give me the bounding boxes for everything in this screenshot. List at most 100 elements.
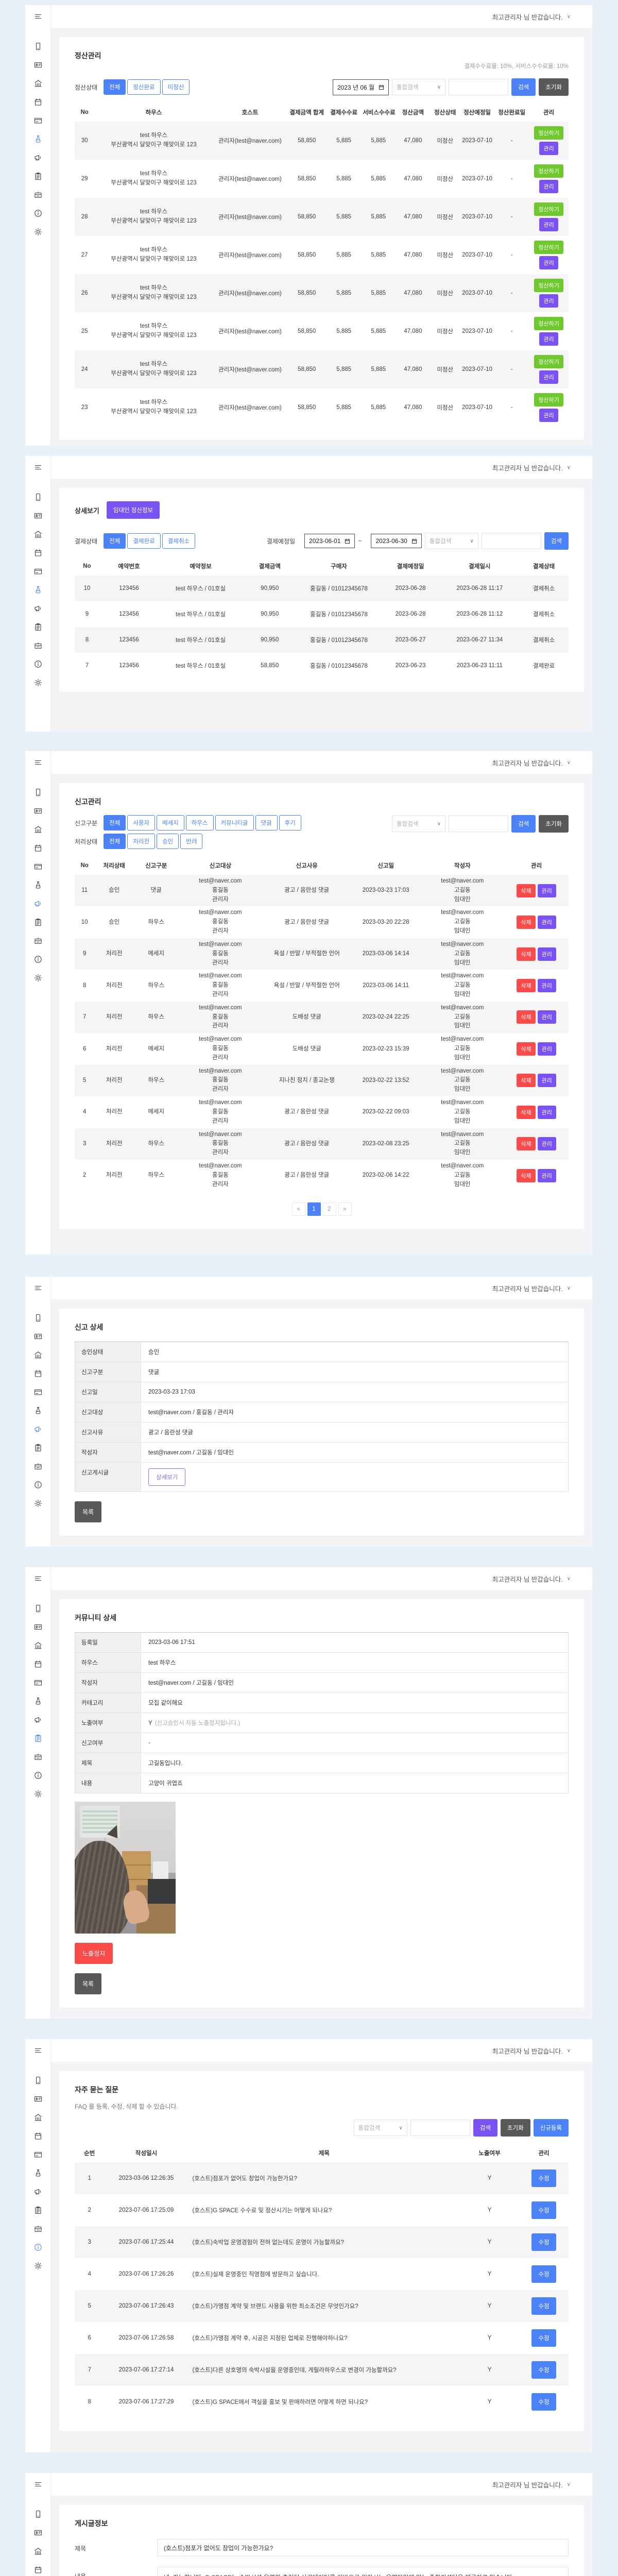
filter-chip[interactable]: 결제완료 (127, 533, 160, 549)
delete-button[interactable]: 삭제 (517, 1074, 535, 1087)
sidebar-item-reservation[interactable] (25, 1364, 50, 1383)
sidebar-item-review[interactable] (25, 1748, 50, 1766)
sidebar-item-community[interactable] (25, 1729, 50, 1748)
menu-toggle-button[interactable] (25, 456, 50, 479)
delete-button[interactable]: 삭제 (517, 979, 535, 992)
manage-button[interactable]: 관리 (538, 916, 556, 929)
edit-button[interactable]: 수정 (531, 2297, 556, 2315)
sidebar-item-reservation[interactable] (25, 93, 50, 111)
sidebar-item-reservation[interactable] (25, 2561, 50, 2576)
sidebar-item-house[interactable] (25, 1346, 50, 1364)
delete-button[interactable]: 삭제 (517, 1106, 535, 1119)
edit-button[interactable]: 수정 (531, 2170, 556, 2187)
manage-button[interactable]: 관리 (538, 947, 556, 961)
detail-view-button[interactable]: 상세보기 (148, 1468, 185, 1486)
sidebar-item-house[interactable] (25, 525, 50, 544)
chevron-down-icon[interactable]: ∨ (567, 2482, 571, 2487)
sidebar-item-payment[interactable] (25, 2145, 50, 2164)
sidebar-item-house[interactable] (25, 820, 50, 839)
sidebar-item-house[interactable] (25, 74, 50, 93)
search-button[interactable]: 검색 (511, 78, 536, 96)
delete-button[interactable]: 삭제 (517, 1137, 535, 1150)
list-button[interactable]: 목록 (75, 1501, 101, 1522)
edit-button[interactable]: 수정 (531, 2233, 556, 2251)
chevron-down-icon[interactable]: ∨ (567, 14, 571, 20)
manage-button[interactable]: 관리 (539, 218, 558, 231)
sidebar-item-report[interactable] (25, 148, 50, 167)
sidebar-item-settlement[interactable] (25, 2164, 50, 2182)
admin-greeting[interactable]: 최고관리자 님 반갑습니다. (492, 2480, 563, 2489)
filter-chip[interactable]: 댓글 (255, 815, 278, 831)
menu-toggle-button[interactable] (25, 751, 50, 774)
filter-chip[interactable]: 후기 (279, 815, 301, 831)
admin-greeting[interactable]: 최고관리자 님 반갑습니다. (492, 1574, 563, 1584)
manage-button[interactable]: 관리 (539, 256, 558, 269)
manage-button[interactable]: 관리 (539, 294, 558, 308)
settle-button[interactable]: 정산하기 (534, 317, 563, 330)
sidebar-item-settlement[interactable] (25, 1401, 50, 1420)
sidebar-item-community[interactable] (25, 1438, 50, 1457)
filter-chip[interactable]: 미정산 (162, 79, 190, 95)
sidebar-item-settings[interactable] (25, 969, 50, 987)
filter-chip[interactable]: 전체 (104, 79, 126, 95)
search-type-select[interactable]: 통합검색∨ (425, 533, 478, 549)
sidebar-item-dashboard[interactable] (25, 783, 50, 802)
sidebar-item-members[interactable] (25, 506, 50, 525)
sidebar-item-review[interactable] (25, 1457, 50, 1476)
manage-button[interactable]: 관리 (538, 1137, 556, 1150)
filter-chip[interactable]: 전체 (104, 533, 126, 549)
sidebar-item-settings[interactable] (25, 673, 50, 692)
settle-button[interactable]: 정산하기 (534, 241, 563, 254)
sidebar-item-settlement[interactable] (25, 581, 50, 599)
search-input[interactable] (449, 79, 508, 95)
sidebar-item-community[interactable] (25, 618, 50, 636)
settle-button[interactable]: 정산하기 (534, 279, 563, 292)
sidebar-item-report[interactable] (25, 1420, 50, 1438)
sidebar-item-faq[interactable] (25, 204, 50, 223)
sidebar-item-dashboard[interactable] (25, 2071, 50, 2090)
sidebar-item-dashboard[interactable] (25, 1599, 50, 1618)
sidebar-item-community[interactable] (25, 2201, 50, 2219)
filter-chip[interactable]: 결제취소 (162, 533, 195, 549)
date-to-picker[interactable]: 2023-06-30 (371, 534, 421, 548)
sidebar-item-dashboard[interactable] (25, 488, 50, 506)
filter-chip[interactable]: 처리전 (127, 834, 155, 849)
sidebar-item-review[interactable] (25, 2219, 50, 2238)
admin-greeting[interactable]: 최고관리자 님 반갑습니다. (492, 463, 563, 472)
manage-button[interactable]: 관리 (539, 370, 558, 384)
filter-chip[interactable]: 반려 (180, 834, 202, 849)
sidebar-item-house[interactable] (25, 2542, 50, 2561)
reset-button[interactable]: 초기화 (501, 2119, 530, 2137)
sidebar-item-settings[interactable] (25, 223, 50, 241)
edit-button[interactable]: 수정 (531, 2265, 556, 2283)
sidebar-item-reservation[interactable] (25, 839, 50, 857)
sidebar-item-review[interactable] (25, 931, 50, 950)
search-button[interactable]: 검색 (511, 815, 536, 833)
search-input[interactable] (449, 816, 508, 832)
sidebar-item-payment[interactable] (25, 1383, 50, 1401)
pagination-prev[interactable]: « (292, 1202, 305, 1216)
admin-greeting[interactable]: 최고관리자 님 반갑습니다. (492, 1283, 563, 1293)
sidebar-item-members[interactable] (25, 802, 50, 820)
manage-button[interactable]: 관리 (538, 1106, 556, 1119)
chevron-down-icon[interactable]: ∨ (567, 2048, 571, 2054)
manage-button[interactable]: 관리 (538, 1042, 556, 1056)
sidebar-item-payment[interactable] (25, 562, 50, 581)
admin-greeting[interactable]: 최고관리자 님 반갑습니다. (492, 12, 563, 22)
search-input[interactable] (410, 2120, 470, 2136)
search-type-select[interactable]: 통합검색∨ (392, 816, 445, 832)
filter-chip[interactable]: 하우스 (186, 815, 214, 831)
pagination-next[interactable]: » (338, 1202, 352, 1216)
sidebar-item-members[interactable] (25, 1327, 50, 1346)
menu-toggle-button[interactable] (25, 5, 50, 28)
text-field[interactable]: (호스트)점포가 없어도 창업이 가능한가요? (157, 2539, 569, 2556)
manage-button[interactable]: 관리 (538, 979, 556, 992)
sidebar-item-community[interactable] (25, 913, 50, 931)
reset-button[interactable]: 초기화 (539, 78, 569, 96)
manage-button[interactable]: 관리 (538, 1074, 556, 1087)
sidebar-item-faq[interactable] (25, 1476, 50, 1494)
manage-button[interactable]: 관리 (539, 142, 558, 155)
reset-button[interactable]: 초기화 (539, 815, 569, 833)
manage-button[interactable]: 관리 (538, 884, 556, 897)
sidebar-item-dashboard[interactable] (25, 37, 50, 56)
